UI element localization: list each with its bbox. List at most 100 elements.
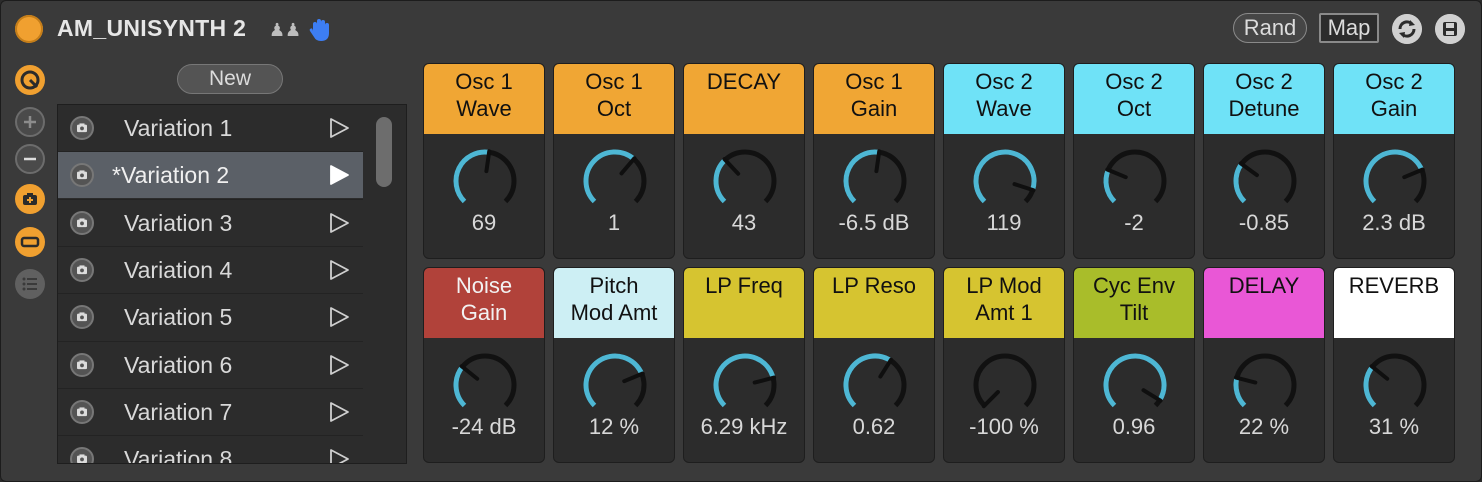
list-icon[interactable]: [15, 269, 45, 299]
refresh-icon[interactable]: [1392, 14, 1422, 44]
parameter-value: 22 %: [1238, 414, 1290, 439]
parameter-control: Osc 2 Detune -0.85: [1203, 63, 1325, 259]
knob[interactable]: [972, 148, 1038, 214]
parameter-control: LP Freq 6.29 kHz: [683, 267, 805, 463]
knob[interactable]: [1102, 352, 1168, 418]
camera-icon[interactable]: [70, 116, 94, 140]
parameter-label: Cyc Env Tilt: [1074, 268, 1194, 338]
parameter-label: Osc 2 Gain: [1334, 64, 1454, 134]
variation-label: Variation 7: [124, 398, 233, 425]
parameter-value: -100 %: [969, 414, 1039, 439]
scrollbar[interactable]: [376, 117, 392, 187]
parameter-value: -24 dB: [451, 414, 517, 439]
variation-row[interactable]: Variation 4: [58, 247, 363, 293]
knob[interactable]: [1232, 352, 1298, 418]
parameter-label: Osc 2 Oct: [1074, 64, 1194, 134]
variation-row[interactable]: Variation 8: [58, 436, 363, 464]
variation-row[interactable]: Variation 1: [58, 105, 363, 151]
parameter-label: Noise Gain: [424, 268, 544, 338]
play-icon[interactable]: [328, 306, 350, 328]
variation-row[interactable]: *Variation 2: [58, 152, 363, 199]
knob[interactable]: [452, 352, 518, 418]
device-panel: AM_UNISYNTH 2 ♟ ♟ Rand Map New Variation…: [0, 0, 1482, 482]
parameter-control: Osc 1 Oct 1: [553, 63, 675, 259]
parameter-control: REVERB 31 %: [1333, 267, 1455, 463]
parameter-label: Osc 2 Detune: [1204, 64, 1324, 134]
variation-label: Variation 8: [124, 446, 233, 464]
parameter-value: 69: [471, 210, 497, 235]
camera-icon[interactable]: [70, 257, 94, 282]
variation-row[interactable]: Variation 3: [58, 200, 363, 246]
rand-button[interactable]: Rand: [1233, 13, 1307, 43]
knob[interactable]: [582, 148, 648, 214]
play-icon[interactable]: [328, 448, 350, 464]
chess-pawn-icon[interactable]: ♟: [269, 19, 285, 41]
parameter-value: 6.29 kHz: [700, 414, 788, 439]
knob[interactable]: [1362, 148, 1428, 214]
knob[interactable]: [972, 352, 1038, 418]
variations-list: Variation 1 *Variation 2 Variation 3 Variat…: [57, 104, 407, 464]
play-icon[interactable]: [328, 401, 350, 423]
save-icon[interactable]: [1435, 14, 1465, 44]
camera-icon[interactable]: [70, 447, 94, 464]
parameter-label: DECAY: [684, 64, 804, 134]
play-icon[interactable]: [328, 212, 350, 234]
device-title: AM_UNISYNTH 2: [57, 15, 247, 41]
parameter-value: 2.3 dB: [1362, 210, 1426, 235]
title-bar: AM_UNISYNTH 2 ♟ ♟ Rand Map: [1, 1, 1482, 57]
knob[interactable]: [1102, 148, 1168, 214]
map-button[interactable]: Map: [1319, 13, 1379, 43]
parameter-label: Osc 1 Oct: [554, 64, 674, 134]
knob[interactable]: [842, 352, 908, 418]
parameter-label: Pitch Mod Amt: [554, 268, 674, 338]
camera-icon[interactable]: [70, 210, 94, 235]
knob[interactable]: [582, 352, 648, 418]
play-icon[interactable]: [328, 259, 350, 281]
play-icon[interactable]: [328, 164, 350, 186]
variation-row[interactable]: Variation 6: [58, 342, 363, 388]
hand-icon[interactable]: [307, 17, 333, 43]
knob[interactable]: [712, 352, 778, 418]
parameter-value: 1: [607, 210, 621, 235]
parameter-control: LP Mod Amt 1 -100 %: [943, 267, 1065, 463]
camera-icon[interactable]: [70, 352, 94, 377]
variation-row[interactable]: Variation 7: [58, 389, 363, 435]
dash-icon[interactable]: [15, 227, 45, 257]
knob[interactable]: [1232, 148, 1298, 214]
knob[interactable]: [842, 148, 908, 214]
parameter-value: -2: [1124, 210, 1144, 235]
variation-row[interactable]: Variation 5: [58, 294, 363, 340]
camera-icon[interactable]: [70, 305, 94, 330]
parameter-value: -0.85: [1238, 210, 1290, 235]
chess-pawn-icon[interactable]: ♟: [285, 19, 301, 41]
parameter-label: Osc 1 Gain: [814, 64, 934, 134]
parameter-control: DELAY 22 %: [1203, 267, 1325, 463]
knob[interactable]: [452, 148, 518, 214]
play-icon[interactable]: [328, 354, 350, 376]
parameter-label: LP Reso: [814, 268, 934, 338]
parameter-value: -6.5 dB: [838, 210, 910, 235]
play-icon[interactable]: [328, 117, 350, 139]
parameter-value: 0.62: [852, 414, 896, 439]
device-power-button[interactable]: [15, 15, 43, 43]
parameter-value: 119: [986, 210, 1022, 235]
parameter-value: 12 %: [588, 414, 640, 439]
parameter-control: Noise Gain -24 dB: [423, 267, 545, 463]
camera-icon[interactable]: [70, 399, 94, 424]
minus-icon[interactable]: [15, 144, 45, 174]
parameter-value: 0.96: [1112, 414, 1156, 439]
camera-icon[interactable]: [70, 163, 94, 188]
parameter-control: LP Reso 0.62: [813, 267, 935, 463]
parameter-control: Osc 2 Oct -2: [1073, 63, 1195, 259]
knob[interactable]: [712, 148, 778, 214]
variation-label: Variation 1: [124, 115, 233, 141]
variation-label: *Variation 2: [112, 162, 230, 189]
plus-icon[interactable]: [15, 107, 45, 137]
parameter-label: LP Mod Amt 1: [944, 268, 1064, 338]
parameter-control: Osc 1 Wave 69: [423, 63, 545, 259]
new-variation-button[interactable]: New: [177, 64, 283, 94]
camera-icon[interactable]: [15, 184, 45, 214]
logo-icon[interactable]: [15, 65, 45, 95]
parameter-label: DELAY: [1204, 268, 1324, 338]
knob[interactable]: [1362, 352, 1428, 418]
